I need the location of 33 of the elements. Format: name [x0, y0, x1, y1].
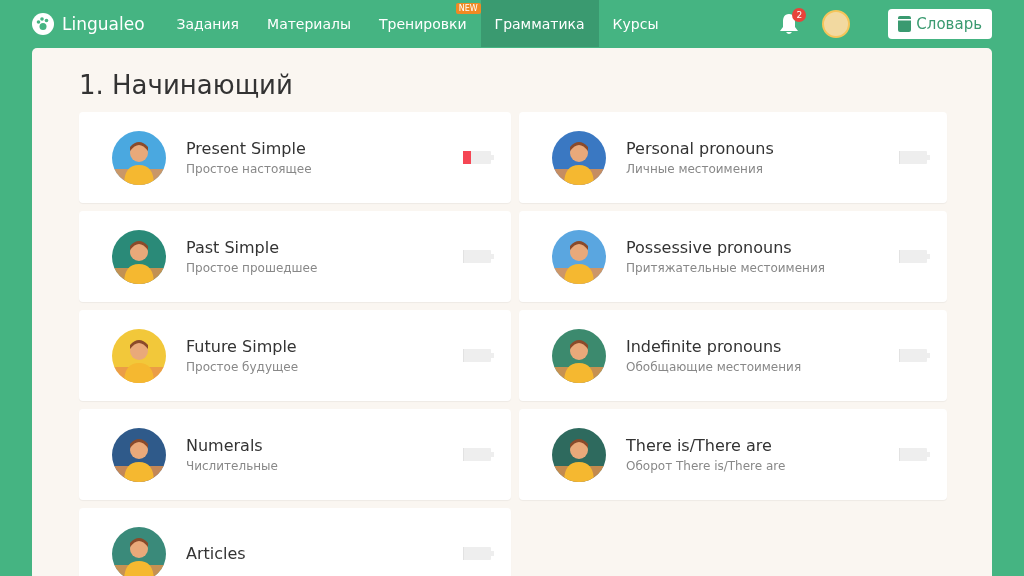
topic-subtitle: Простое прошедшее	[186, 261, 319, 275]
topic-card[interactable]: Possessive pronouns Притяжательные местоимения	[519, 211, 947, 302]
bell-icon[interactable]	[778, 11, 801, 36]
topic-card[interactable]: Present Simple Простое настоящее	[79, 112, 511, 203]
topic-card[interactable]: Indefinite pronouns Обобщающие местоимения	[519, 310, 947, 401]
topic-title: Personal pronouns	[626, 139, 775, 158]
topic-title: Possessive pronouns	[626, 238, 793, 257]
topic-subtitle: Притяжательные местоимения	[626, 261, 826, 275]
topic-card[interactable]: Future Simple Простое будущее	[79, 310, 511, 401]
topic-card[interactable]: Personal pronouns Личные местоимения	[519, 112, 947, 203]
new-badge: NEW	[455, 3, 481, 14]
book-icon	[898, 15, 912, 32]
notification-count: 2	[792, 7, 807, 22]
topic-title: Indefinite pronouns	[626, 337, 783, 356]
topic-title: Future Simple	[186, 337, 298, 356]
topic-title: Numerals	[186, 436, 264, 455]
topic-subtitle: Простое настоящее	[186, 162, 313, 176]
topic-title: There is/There are	[626, 436, 773, 455]
topic-subtitle: Числительные	[186, 459, 279, 473]
topic-subtitle: Личные местоимения	[626, 162, 764, 176]
dictionary-button[interactable]: Словарь	[888, 8, 992, 39]
topic-subtitle: Обобщающие местоимения	[626, 360, 803, 374]
topic-card[interactable]: Numerals Числительные	[79, 409, 511, 500]
topic-card[interactable]: Past Simple Простое прошедшее	[79, 211, 511, 302]
topic-card[interactable]: There is/There are Оборот There is/There are	[519, 409, 947, 500]
topic-subtitle: Простое будущее	[186, 360, 300, 374]
topic-title: Past Simple	[186, 238, 281, 257]
topic-subtitle: Оборот There is/There are	[626, 459, 787, 473]
section-title: 1. Начинающий	[79, 70, 294, 100]
paw-logo-icon	[32, 12, 54, 35]
topic-title: Articles	[186, 544, 247, 563]
topic-card[interactable]: Articles	[79, 508, 511, 576]
topic-title: Present Simple	[186, 139, 307, 158]
